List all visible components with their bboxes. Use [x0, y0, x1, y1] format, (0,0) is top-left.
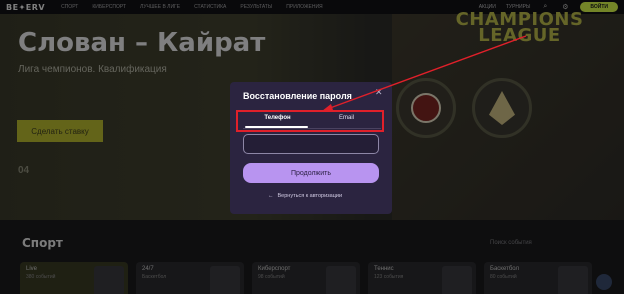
phone-input[interactable] — [243, 134, 379, 154]
continue-button[interactable]: Продолжить — [243, 163, 379, 183]
back-to-login-label: Вернуться к авторизации — [277, 193, 343, 199]
annotation-highlight-box — [236, 110, 384, 132]
arrow-left-icon: ← — [268, 193, 274, 199]
back-to-login-link[interactable]: ← Вернуться к авторизации — [268, 193, 342, 199]
close-icon[interactable]: ✕ — [375, 87, 383, 98]
modal-title: Восстановление пароля — [243, 91, 352, 101]
password-recovery-modal: Восстановление пароля ✕ Телефон Email Пр… — [230, 82, 392, 214]
